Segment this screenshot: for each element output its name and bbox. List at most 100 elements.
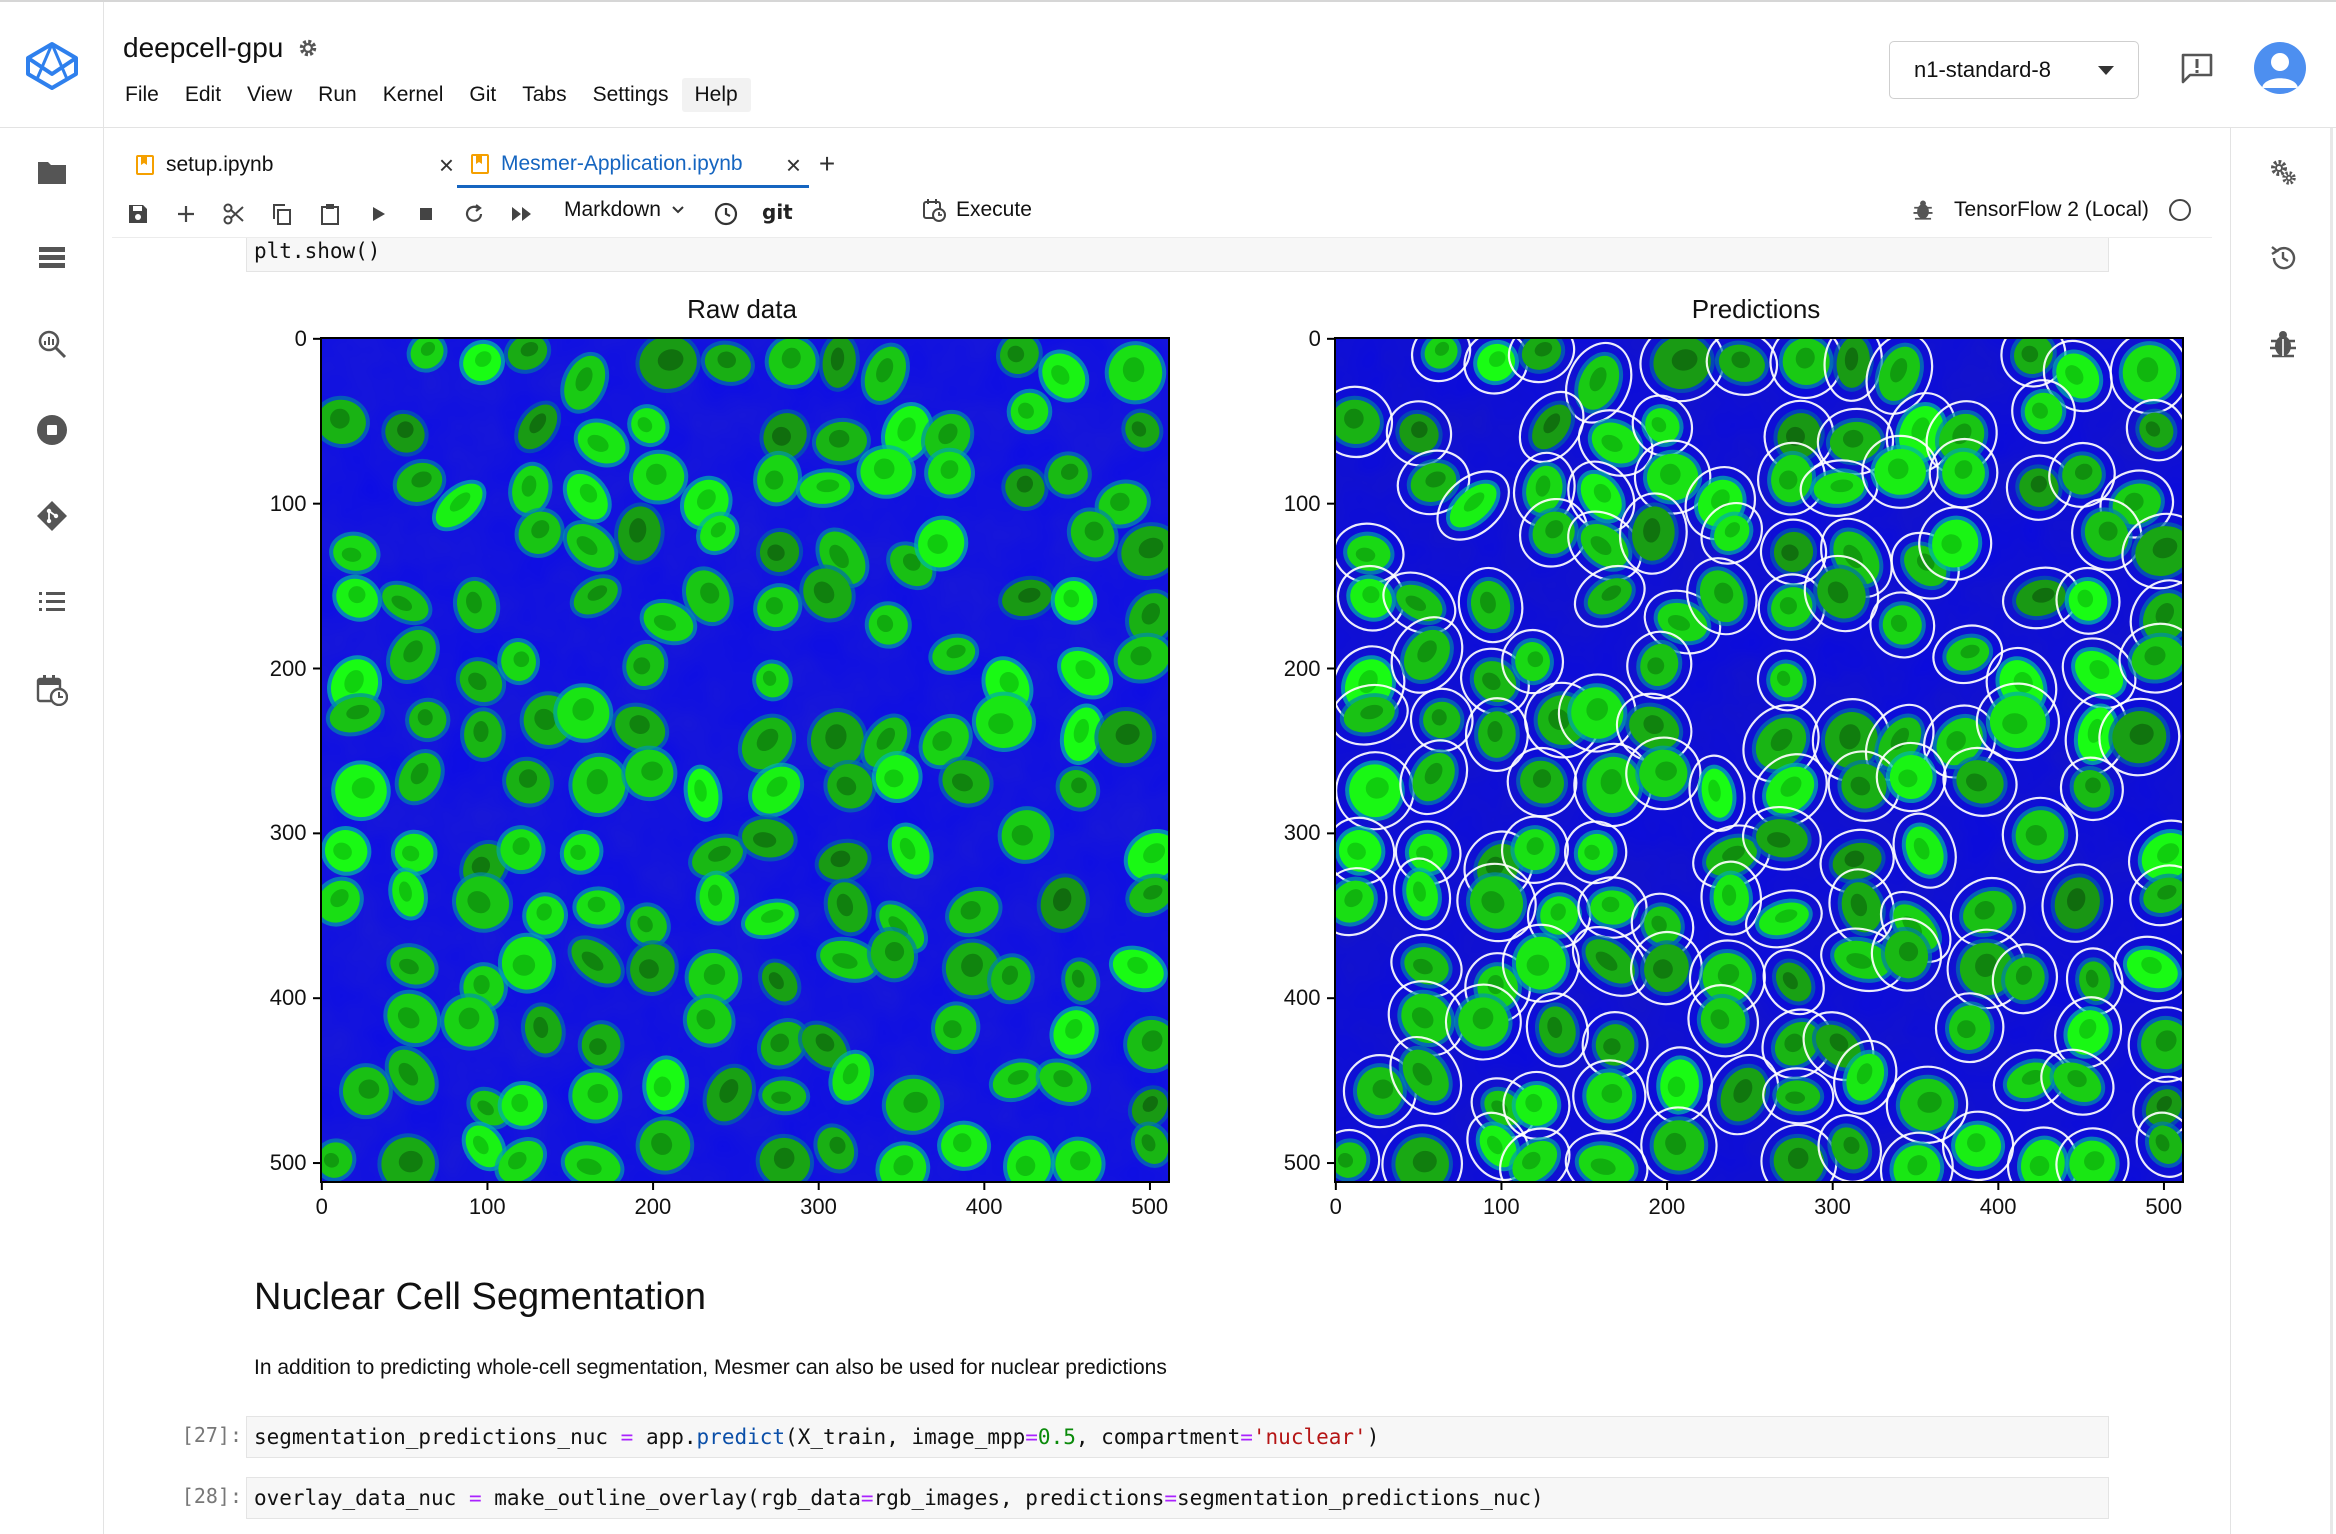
logo-icon [25,42,78,90]
new-tab-button[interactable]: + [809,148,845,180]
tab-mesmer-application[interactable]: Mesmer-Application.ipynb × [457,142,809,188]
paste-icon [321,204,339,225]
menu-run[interactable]: Run [305,78,370,112]
tab-setup[interactable]: setup.ipynb × [122,142,462,188]
execute-label: Execute [956,198,1032,221]
interrupt-kernel-button[interactable] [414,202,438,226]
code-cell-27[interactable]: segmentation_predictions_nuc = app.predi… [246,1416,2109,1458]
clock-button[interactable] [714,202,738,226]
y-tick-label: 100 [1283,490,1321,516]
menu-tabs[interactable]: Tabs [509,78,579,112]
window-edge [2330,128,2333,1534]
scissors-icon [223,203,244,225]
y-tick-label: 300 [269,820,307,846]
notebook-panel: plt.show() Raw data Predictions 0 100 20… [112,238,2212,1534]
y-tick-label: 0 [1308,325,1321,351]
user-icon [2262,53,2298,88]
cell-type-label: Markdown [564,198,661,221]
cut-button[interactable] [222,202,246,226]
gear-icon[interactable] [297,37,319,59]
kernel-name: TensorFlow 2 (Local) [1954,198,2149,221]
close-icon[interactable]: × [786,152,801,178]
running-button[interactable] [32,238,72,278]
stop-circle-icon [37,415,67,445]
menu-git[interactable]: Git [456,78,509,112]
x-tick-label: 200 [1648,1194,1686,1219]
feedback-icon [2181,53,2213,84]
cell-type-dropdown[interactable]: Markdown [564,198,685,222]
tab-setup-label: setup.ipynb [166,153,274,176]
top-bar: deepcell-gpu File Edit View Run Kernel G… [0,0,2336,130]
left-sidebar [0,128,104,1534]
kernel-status[interactable]: TensorFlow 2 (Local) [1912,198,2191,222]
stop-kernel-button[interactable] [32,410,72,450]
machine-type-label: n1-standard-8 [1914,57,2051,82]
x-tick-label: 100 [468,1194,506,1219]
menu-file[interactable]: File [112,78,172,112]
refresh-icon [465,204,483,222]
menu-help[interactable]: Help [681,78,751,112]
git-panel-button[interactable] [32,496,72,536]
history-icon [2271,246,2296,270]
stop-icon [420,208,432,220]
run-cell-button[interactable] [366,202,390,226]
notebook-toolbar: Markdown git Execute TensorFlow 2 (Local… [112,188,2212,238]
notebook-title-text: deepcell-gpu [123,32,284,63]
menu-kernel[interactable]: Kernel [370,78,457,112]
toc-icon [39,592,65,611]
x-tick-label: 200 [634,1194,672,1219]
folder-icon [38,162,66,184]
feedback-button[interactable] [2180,52,2214,89]
x-tick-label: 500 [1131,1194,1169,1219]
menu-settings[interactable]: Settings [580,78,682,112]
bug-icon [2270,331,2296,358]
x-tick-label: 100 [1482,1194,1520,1219]
menu-edit[interactable]: Edit [172,78,234,112]
file-browser-button[interactable] [32,152,72,192]
insert-cell-button[interactable] [174,202,198,226]
tab-mesmer-application-label: Mesmer-Application.ipynb [501,151,743,175]
app-logo[interactable] [0,2,104,130]
run-all-button[interactable] [510,202,534,226]
y-tick-label: 500 [1283,1150,1321,1176]
x-tick-label: 300 [1814,1194,1851,1219]
copy-icon [273,204,291,225]
table-of-contents-button[interactable] [32,582,72,622]
x-tick-label: 400 [1979,1194,2017,1219]
history-button[interactable] [2263,238,2303,278]
close-icon[interactable]: × [439,152,454,178]
property-inspector-button[interactable] [2263,152,2303,192]
code-cell-28[interactable]: overlay_data_nuc = make_outline_overlay(… [246,1477,2109,1519]
y-tick-label: 500 [269,1150,307,1176]
restart-kernel-button[interactable] [462,202,486,226]
save-button[interactable] [126,202,150,226]
markdown-paragraph: In addition to predicting whole-cell seg… [254,1356,1167,1379]
git-diff-button[interactable]: git [762,200,793,224]
save-icon [129,205,147,223]
y-tick-label: 400 [269,985,307,1011]
predictions-image [1335,338,2183,1182]
right-sidebar [2230,128,2336,1534]
cell-prompt-27: [27]: [181,1423,242,1447]
inspector-button[interactable] [32,324,72,364]
x-tick-label: 500 [2145,1194,2183,1219]
scheduler-button[interactable] [32,670,72,710]
list-icon [39,247,65,268]
y-tick-label: 200 [1283,655,1321,681]
bug-icon [1913,200,1933,220]
machine-type-dropdown[interactable]: n1-standard-8 [1889,41,2139,99]
debugger-button[interactable] [2263,324,2303,364]
x-tick-label: 0 [1329,1194,1342,1219]
copy-button[interactable] [270,202,294,226]
y-tick-label: 300 [1283,820,1321,846]
y-tick-label: 200 [269,655,307,681]
tab-bar: setup.ipynb × Mesmer-Application.ipynb ×… [112,134,2212,188]
y-tick-label: 400 [1283,985,1321,1011]
plus-icon [178,206,194,222]
raw-data-image [321,338,1169,1182]
menu-view[interactable]: View [234,78,305,112]
x-tick-label: 400 [965,1194,1003,1219]
user-avatar[interactable] [2254,42,2306,94]
paste-button[interactable] [318,202,342,226]
execute-button[interactable]: Execute [922,198,1032,222]
